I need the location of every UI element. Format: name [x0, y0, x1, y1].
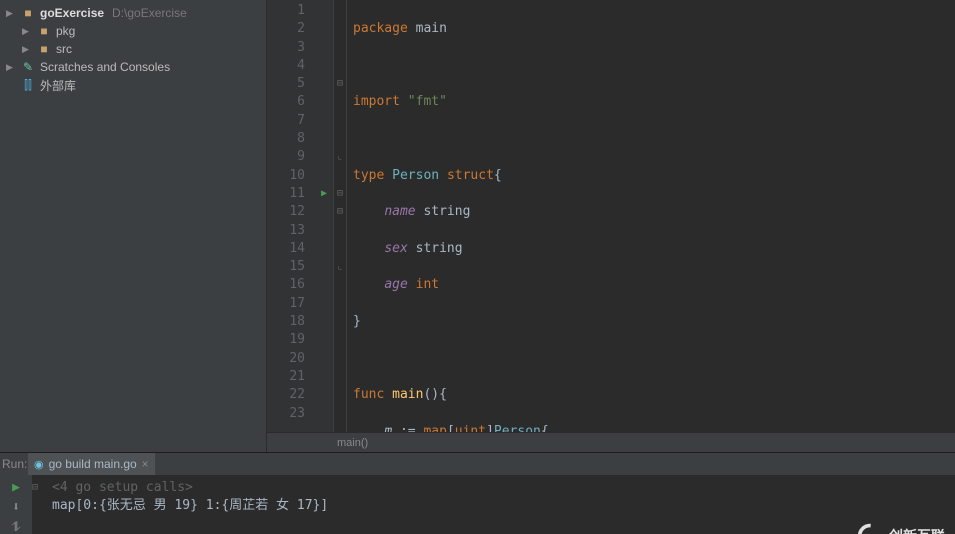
t: string — [416, 241, 463, 256]
tree-item-label: Scratches and Consoles — [40, 60, 170, 74]
settings-button[interactable]: ⥮ — [8, 519, 24, 534]
t: name — [384, 204, 415, 219]
scratches-icon: ✎ — [20, 60, 36, 74]
t: main — [416, 21, 447, 36]
project-sidebar: ▶ ■ goExercise D:\goExercise ▶ ■ pkg ▶ ■… — [0, 0, 267, 452]
t: import — [353, 94, 400, 109]
t: age — [384, 277, 407, 292]
top-pane: ▶ ■ goExercise D:\goExercise ▶ ■ pkg ▶ ■… — [0, 0, 955, 452]
tree-item-project-root[interactable]: ▶ ■ goExercise D:\goExercise — [0, 4, 266, 22]
tree-item-label: pkg — [56, 24, 75, 38]
t: Person — [392, 168, 439, 183]
t: := — [400, 424, 416, 432]
breadcrumb-item[interactable]: main() — [337, 437, 368, 449]
line-gutter: 1234567891011121314151617181920212223 — [267, 0, 315, 432]
fold-icon[interactable]: ⊟ — [334, 185, 346, 203]
run-label: Run: — [0, 457, 28, 471]
fold-gutter: ⊟ ⌞ ⊟ ⊟ ⌞ — [333, 0, 347, 432]
fold-end-icon[interactable]: ⌞ — [334, 148, 346, 166]
t: map — [423, 424, 446, 432]
run-tab-label: go build main.go — [49, 457, 137, 471]
window: ▶ ■ goExercise D:\goExercise ▶ ■ pkg ▶ ■… — [0, 0, 955, 534]
fold-icon[interactable]: ⊟ — [334, 75, 346, 93]
run-toolbar: ▶ ⬇ ⥮ ⌫ — [0, 475, 32, 534]
tree-item-label: 外部库 — [40, 77, 76, 94]
tree-item-pkg[interactable]: ▶ ■ pkg — [0, 22, 266, 40]
project-tree[interactable]: ▶ ■ goExercise D:\goExercise ▶ ■ pkg ▶ ■… — [0, 0, 266, 98]
library-icon: ⫿⫿ — [20, 78, 36, 93]
t: func — [353, 387, 384, 402]
go-icon: ◉ — [34, 458, 44, 471]
t: m — [384, 424, 392, 432]
run-marker-gutter: ▶ — [315, 0, 333, 432]
chevron-right-icon: ▶ — [22, 44, 32, 55]
project-path: D:\goExercise — [112, 6, 187, 20]
chevron-right-icon: ▶ — [6, 62, 16, 73]
console-output[interactable]: ⊟ <4 go setup calls> map[0:{张无忌 男 19} 1:… — [32, 475, 955, 534]
t: sex — [384, 241, 407, 256]
chevron-right-icon: ▶ — [22, 26, 32, 37]
project-name: goExercise — [40, 6, 104, 20]
t: struct — [447, 168, 494, 183]
console-line: map[0:{张无忌 男 19} 1:{周芷若 女 17}] — [38, 497, 949, 515]
watermark: 创新互联 — [857, 523, 945, 534]
watermark-icon — [857, 523, 883, 534]
run-body: ▶ ⬇ ⥮ ⌫ ⊟ <4 go setup calls> map[0:{张无忌 … — [0, 475, 955, 534]
toggle-collapse[interactable]: ⊟ — [32, 479, 38, 497]
fold-end-icon[interactable]: ⌞ — [334, 258, 346, 276]
t: "fmt" — [408, 94, 447, 109]
chevron-right-icon: ▶ — [6, 8, 16, 19]
t: main — [392, 387, 423, 402]
folder-icon: ■ — [36, 42, 52, 56]
t: type — [353, 168, 384, 183]
tree-item-src[interactable]: ▶ ■ src — [0, 40, 266, 58]
console-line: <4 go setup calls> — [38, 479, 949, 497]
code-area[interactable]: 1234567891011121314151617181920212223 ▶ … — [267, 0, 955, 432]
t: int — [416, 277, 439, 292]
t: string — [423, 204, 470, 219]
folder-icon: ■ — [20, 6, 36, 20]
run-line-icon[interactable]: ▶ — [315, 185, 333, 203]
tree-item-external-libs[interactable]: ⫿⫿ 外部库 — [0, 76, 266, 94]
t: uint — [455, 424, 486, 432]
folder-icon: ■ — [36, 24, 52, 38]
editor-pane: 1234567891011121314151617181920212223 ▶ … — [267, 0, 955, 452]
fold-icon[interactable]: ⊟ — [334, 203, 346, 221]
code-text[interactable]: package main import "fmt" type Person st… — [347, 0, 955, 432]
watermark-text: 创新互联 — [889, 527, 945, 534]
run-tab[interactable]: ◉ go build main.go × — [28, 453, 155, 475]
breadcrumb[interactable]: main() — [267, 432, 955, 452]
close-icon[interactable]: × — [142, 457, 149, 471]
rerun-button[interactable]: ▶ — [8, 479, 24, 495]
run-toolwindow: Run: ◉ go build main.go × ▶ ⬇ ⥮ ⌫ ⊟ <4 g… — [0, 452, 955, 534]
tree-item-scratches[interactable]: ▶ ✎ Scratches and Consoles — [0, 58, 266, 76]
run-tabbar: Run: ◉ go build main.go × — [0, 453, 955, 475]
t: Person — [494, 424, 541, 432]
stop-button[interactable]: ⬇ — [8, 499, 24, 515]
t: package — [353, 21, 408, 36]
tree-item-label: src — [56, 42, 72, 56]
